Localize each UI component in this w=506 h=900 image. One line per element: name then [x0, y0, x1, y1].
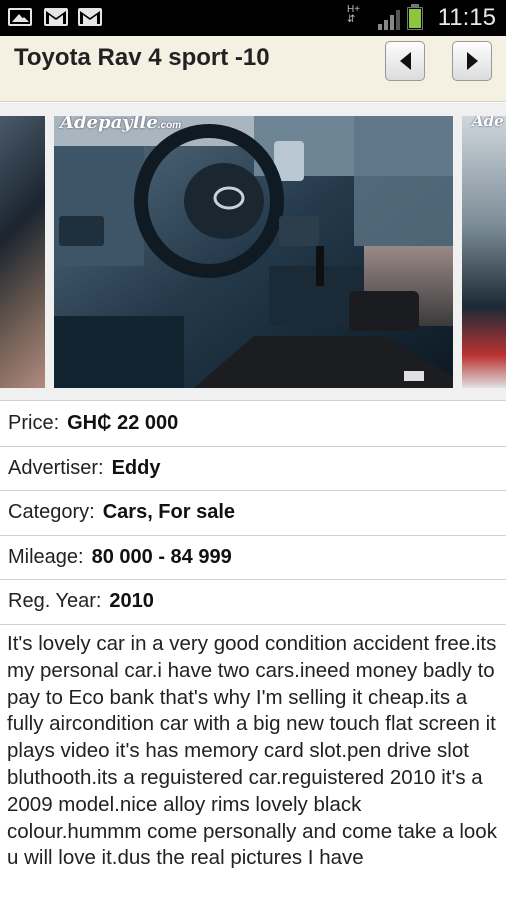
- photo-next[interactable]: Ade: [462, 116, 506, 388]
- reg-year-value: 2010: [109, 590, 154, 613]
- gmail-icon: [78, 8, 102, 26]
- gmail-icon: [44, 8, 68, 26]
- signal-icon: [378, 10, 400, 30]
- category-row[interactable]: Category: Cars, For sale: [0, 491, 506, 536]
- advertiser-value: Eddy: [111, 456, 161, 479]
- mileage-row: Mileage: 80 000 - 84 999: [0, 536, 506, 580]
- category-label: Category:: [8, 501, 95, 524]
- watermark: Ade: [472, 116, 504, 130]
- ad-description: It's lovely car in a very good condition…: [7, 632, 497, 870]
- mileage-label: Mileage:: [8, 545, 84, 568]
- reg-year-row: Reg. Year: 2010: [0, 580, 506, 625]
- photo-gallery[interactable]: Adepaylle.com Ade: [0, 103, 506, 401]
- arrow-left-icon: [399, 52, 411, 70]
- title-bar: Toyota Rav 4 sport -10: [0, 36, 506, 102]
- category-value: Cars, For sale: [102, 501, 236, 524]
- advertiser-row[interactable]: Advertiser: Eddy: [0, 447, 506, 491]
- price-value: GH₵ 22 000: [67, 412, 179, 435]
- network-type-indicator: H+ ⇵: [347, 4, 361, 25]
- next-button[interactable]: [452, 41, 492, 81]
- clock: 11:15: [437, 4, 496, 31]
- mileage-value: 80 000 - 84 999: [91, 545, 232, 568]
- price-label: Price:: [8, 412, 60, 435]
- photo-previous[interactable]: [0, 116, 45, 388]
- advertiser-label: Advertiser:: [8, 456, 104, 479]
- arrow-right-icon: [466, 52, 478, 70]
- ad-details: Price: GH₵ 22 000 Advertiser: Eddy Categ…: [0, 402, 506, 625]
- watermark: Adepaylle.com: [60, 116, 182, 133]
- price-row: Price: GH₵ 22 000: [0, 402, 506, 447]
- previous-button[interactable]: [385, 41, 425, 81]
- car-interior-image: [54, 116, 453, 388]
- reg-year-label: Reg. Year:: [8, 590, 102, 613]
- photo-main[interactable]: Adepaylle.com: [54, 116, 453, 388]
- status-bar: H+ ⇵ 11:15: [0, 0, 506, 36]
- battery-icon: [407, 7, 423, 30]
- page-title: Toyota Rav 4 sport -10: [14, 44, 270, 71]
- gallery-icon: [8, 8, 32, 26]
